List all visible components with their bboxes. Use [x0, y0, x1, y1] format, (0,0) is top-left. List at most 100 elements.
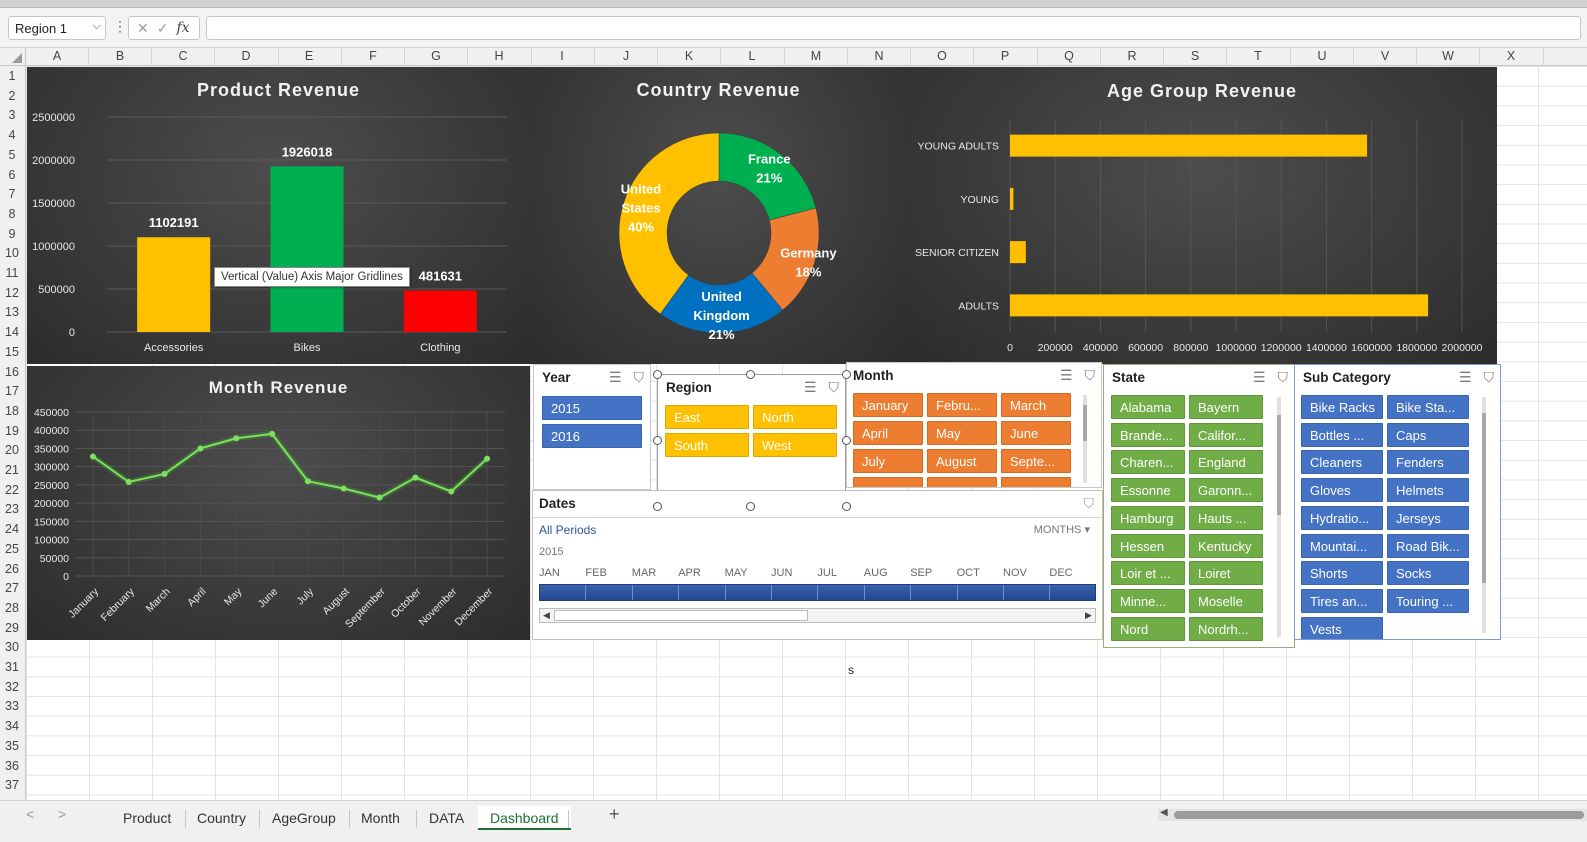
clear-filter-icon[interactable]: ⛉ [1484, 369, 1495, 386]
row-label[interactable]: 36 [0, 759, 24, 773]
subcategory-slicer[interactable]: Sub Category ☰ ⛉ Bike Racks Bike Sta... Bot… [1294, 364, 1501, 640]
column-label[interactable]: O [932, 49, 952, 63]
slicer-item[interactable]: Vests [1301, 616, 1383, 639]
column-separator[interactable] [531, 48, 532, 66]
scroll-thumb[interactable] [554, 610, 808, 621]
column-label[interactable]: Q [1059, 49, 1079, 63]
column-label[interactable]: I [552, 49, 572, 63]
slicer-item[interactable]: Shorts [1301, 561, 1383, 586]
column-separator[interactable] [594, 48, 595, 66]
timeline-month-label[interactable]: AUG [864, 567, 888, 579]
scroll-thumb[interactable] [1174, 811, 1584, 819]
row-label[interactable]: 11 [0, 266, 24, 280]
slicer-item[interactable]: Hauts ... [1189, 505, 1263, 530]
multi-select-icon[interactable]: ☰ [1060, 367, 1073, 384]
slicer-item-partial[interactable] [927, 477, 997, 487]
slicer-item[interactable]: May [927, 421, 997, 445]
month-slicer[interactable]: Month ☰ ⛉ January Febru... March April Ma… [846, 362, 1102, 488]
timeline-month-label[interactable]: MAY [725, 567, 748, 579]
slicer-item[interactable]: April [853, 421, 923, 445]
slicer-item[interactable]: March [1001, 393, 1071, 417]
column-label[interactable]: T [1248, 49, 1268, 63]
slicer-item[interactable]: Nordrh... [1189, 616, 1263, 641]
row-label[interactable]: 28 [0, 601, 24, 615]
slicer-item[interactable]: Cleaners [1301, 450, 1383, 475]
column-separator[interactable] [1226, 48, 1227, 66]
slicer-item[interactable]: Socks [1387, 561, 1469, 586]
slicer-item[interactable]: Bike Sta... [1387, 395, 1469, 419]
column-label[interactable]: E [299, 49, 319, 63]
row-label[interactable]: 2 [0, 89, 24, 103]
slicer-item[interactable]: Gloves [1301, 478, 1383, 503]
column-separator[interactable] [88, 48, 89, 66]
column-label[interactable]: M [806, 49, 826, 63]
slicer-item[interactable]: Loir et ... [1111, 561, 1185, 586]
chevron-down-icon[interactable]: ⌵ [93, 20, 101, 33]
row-label[interactable]: 8 [0, 207, 24, 221]
column-separator[interactable] [657, 48, 658, 66]
row-label[interactable]: 35 [0, 739, 24, 753]
row-label[interactable]: 17 [0, 384, 24, 398]
resize-handle[interactable] [653, 436, 662, 445]
column-separator[interactable] [1290, 48, 1291, 66]
row-label[interactable]: 30 [0, 640, 24, 654]
column-separator[interactable] [278, 48, 279, 66]
sheet-tab[interactable]: Month [349, 806, 412, 830]
timeline-month-label[interactable]: SEP [910, 567, 932, 579]
slicer-item[interactable]: 2015 [542, 396, 642, 420]
timeline-scrollbar[interactable]: ◀ ▶ [539, 608, 1096, 623]
next-sheet-icon[interactable]: > [58, 806, 66, 822]
timeline-month-label[interactable]: JUN [771, 567, 792, 579]
column-label[interactable]: V [1375, 49, 1395, 63]
timeline-month-label[interactable]: FEB [585, 567, 606, 579]
row-label[interactable]: 5 [0, 148, 24, 162]
column-separator[interactable] [467, 48, 468, 66]
column-label[interactable]: K [679, 49, 699, 63]
clear-filter-icon[interactable]: ⛉ [1278, 369, 1289, 386]
timeline-month-label[interactable]: APR [678, 567, 701, 579]
column-label[interactable]: W [1438, 49, 1458, 63]
row-label[interactable]: 9 [0, 227, 24, 241]
name-box[interactable]: Region 1 ⌵ [8, 16, 106, 40]
timeline-month-label[interactable]: NOV [1003, 567, 1027, 579]
slicer-item[interactable]: July [853, 449, 923, 473]
column-label[interactable]: D [236, 49, 256, 63]
clear-filter-icon[interactable]: ⛉ [1084, 495, 1095, 512]
row-label[interactable]: 25 [0, 542, 24, 556]
resize-handle[interactable] [653, 502, 662, 511]
slicer-item[interactable]: Brande... [1111, 422, 1185, 447]
row-label[interactable]: 37 [0, 778, 24, 792]
timeline-month-label[interactable]: OCT [957, 567, 980, 579]
row-label[interactable]: 13 [0, 305, 24, 319]
row-label[interactable]: 29 [0, 621, 24, 635]
slicer-item[interactable]: West [753, 433, 837, 457]
row-label[interactable]: 1 [0, 69, 24, 83]
slicer-item[interactable]: August [927, 449, 997, 473]
slicer-item[interactable]: January [853, 393, 923, 417]
column-label[interactable]: J [616, 49, 636, 63]
column-label[interactable]: R [1122, 49, 1142, 63]
column-separator[interactable] [1479, 48, 1480, 66]
column-separator[interactable] [973, 48, 974, 66]
slicer-item[interactable]: Minne... [1111, 588, 1185, 613]
column-separator[interactable] [910, 48, 911, 66]
row-label[interactable]: 15 [0, 345, 24, 359]
resize-handle[interactable] [653, 370, 662, 379]
sheet-tab[interactable]: DATA [417, 806, 476, 830]
sheet-tab-active[interactable]: Dashboard [478, 806, 571, 830]
column-separator[interactable] [1416, 48, 1417, 66]
column-separator[interactable] [151, 48, 152, 66]
multi-select-icon[interactable]: ☰ [609, 369, 622, 386]
slicer-item[interactable]: Hydratio... [1301, 505, 1383, 530]
slicer-item[interactable]: Caps [1387, 422, 1469, 447]
slicer-item[interactable]: 2016 [542, 424, 642, 448]
slicer-item[interactable]: Califor... [1189, 422, 1263, 447]
row-label[interactable]: 18 [0, 404, 24, 418]
slicer-item-partial[interactable] [1001, 477, 1071, 487]
row-label[interactable]: 16 [0, 365, 24, 379]
slicer-item[interactable]: Moselle [1189, 588, 1263, 613]
column-label[interactable]: C [173, 49, 193, 63]
row-label[interactable]: 3 [0, 108, 24, 122]
sheet-tab[interactable]: Country [185, 806, 258, 830]
scroll-left-icon[interactable]: ◀ [540, 609, 553, 622]
